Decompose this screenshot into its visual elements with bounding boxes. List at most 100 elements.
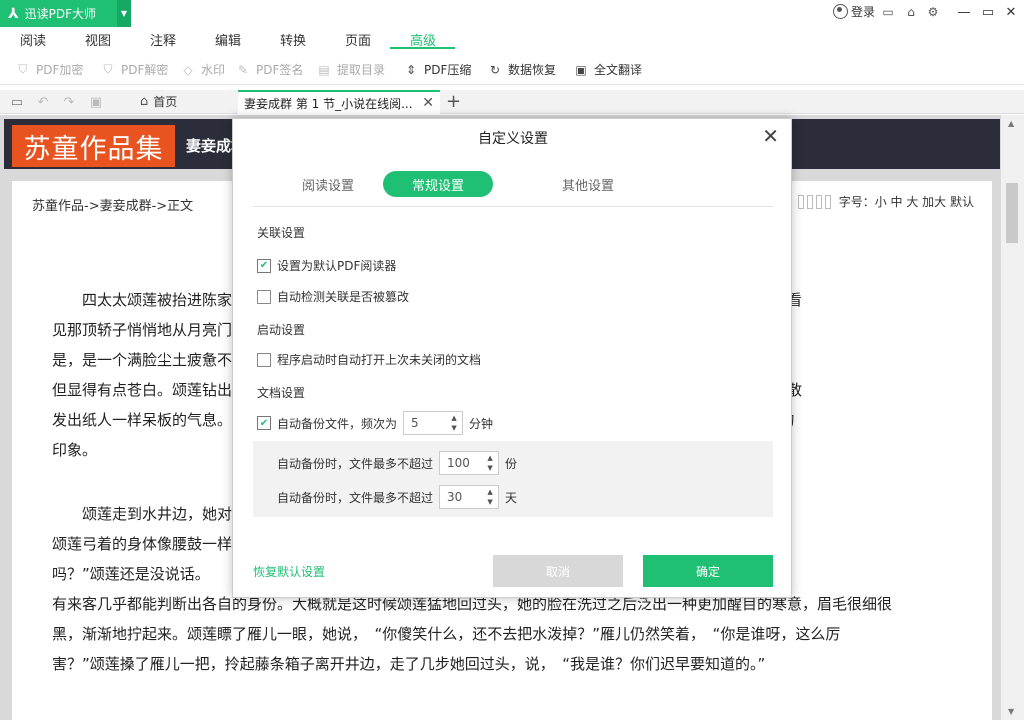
pdf-sign-button[interactable]: ✎ PDF签名	[235, 61, 303, 78]
unit-label: 份	[505, 456, 518, 471]
skin-icon[interactable]: ⌂	[903, 4, 919, 20]
message-icon[interactable]: ▭	[880, 4, 896, 20]
pdf-sign-label: PDF签名	[256, 63, 304, 77]
login-button[interactable]: 登录	[833, 3, 875, 20]
tab-reading-settings[interactable]: 阅读设置	[273, 171, 383, 197]
chevron-down-icon[interactable]: ▼	[117, 0, 131, 27]
active-menu-indicator	[390, 47, 455, 49]
stepper-arrows-icon[interactable]: ▲ ▼	[446, 412, 462, 434]
checkbox-unchecked[interactable]	[257, 352, 271, 367]
max-days-stepper[interactable]: 30 ▲ ▼	[439, 485, 500, 509]
maximize-button[interactable]: ▭	[978, 3, 998, 21]
option-label: 自动备份时，文件最多不超过	[277, 456, 434, 471]
user-icon	[833, 4, 848, 19]
option-reopen[interactable]: 程序启动时自动打开上次未关闭的文档	[257, 351, 481, 368]
full-translate-label: 全文翻译	[594, 63, 643, 77]
unit-label: 分钟	[469, 416, 494, 431]
option-label: 自动备份时，文件最多不超过	[277, 490, 434, 505]
dialog-title: 自定义设置	[478, 131, 548, 147]
gear-icon[interactable]: ⚙	[925, 4, 941, 20]
pen-icon: ✎	[237, 62, 249, 77]
data-recovery-label: 数据恢复	[508, 63, 557, 77]
confirm-button[interactable]: 确定	[643, 555, 773, 587]
save-icon[interactable]: ▣	[88, 94, 104, 110]
option-auto-detect[interactable]: 自动检测关联是否被篡改	[257, 288, 409, 305]
text-line: 黑，渐渐地拧起来。颂莲瞟了雁儿一眼，她说， “你傻笑什么，还不去把水泼掉？”雁儿…	[52, 625, 841, 643]
ribbon-toolbar: ⛉ PDF加密 ⛉ PDF解密 ◇ 水印 ✎ PDF签名 ▤ 提取目录 ⇕ PD…	[0, 55, 1024, 85]
shield-unlock-icon: ⛉	[103, 62, 113, 76]
cancel-button[interactable]: 取消	[493, 555, 623, 587]
menu-view[interactable]: 视图	[85, 30, 111, 49]
app-logo-icon: ⅄	[8, 5, 19, 22]
option-label: 自动检测关联是否被篡改	[277, 290, 410, 304]
restore-defaults-link[interactable]: 恢复默认设置	[253, 563, 325, 580]
data-recovery-button[interactable]: ↻ 数据恢复	[487, 61, 556, 78]
shield-icon: ⛉	[18, 62, 28, 76]
section-document: 文档设置	[257, 386, 306, 400]
tab-general-settings[interactable]: 常规设置	[383, 171, 493, 197]
menu-page[interactable]: 页面	[345, 30, 371, 49]
drop-icon: ◇	[183, 62, 193, 77]
stepper-arrows-icon[interactable]: ▲ ▼	[482, 486, 498, 508]
redo-icon[interactable]: ↷	[61, 94, 77, 110]
option-max-days: 自动备份时，文件最多不超过 30 ▲ ▼ 天	[277, 485, 517, 509]
checkbox-unchecked[interactable]	[257, 289, 271, 304]
stepper-arrows-icon[interactable]: ▲ ▼	[482, 452, 498, 474]
full-translate-button[interactable]: ▣ 全文翻译	[573, 61, 642, 78]
add-tab-button[interactable]: +	[446, 91, 461, 112]
scroll-up-icon[interactable]: ▲	[1008, 119, 1014, 128]
checkbox-checked[interactable]: ✔	[257, 258, 271, 273]
minimize-button[interactable]: —	[954, 3, 974, 21]
text-line: 害？”颂莲搡了雁儿一把，拎起藤条箱子离开井边，走了几步她回过头，说， “我是谁？…	[52, 655, 766, 673]
menu-read[interactable]: 阅读	[20, 30, 46, 49]
title-bar: ⅄ 迅读PDF大师 ▼ 登录 ▭ ⌂ ⚙ — ▭ ✕	[0, 0, 1024, 27]
pdf-decrypt-label: PDF解密	[121, 63, 169, 77]
close-tab-icon[interactable]: ✕	[422, 95, 434, 111]
window-close-button[interactable]: ✕	[1001, 3, 1021, 21]
max-count-stepper[interactable]: 100 ▲ ▼	[439, 451, 500, 475]
document-tab[interactable]: 妻妾成群 第 1 节_小说在线阅... ✕	[238, 90, 440, 114]
extract-toc-button[interactable]: ▤ 提取目录	[316, 61, 385, 78]
scroll-thumb[interactable]	[1006, 183, 1018, 243]
option-max-count: 自动备份时，文件最多不超过 100 ▲ ▼ 份	[277, 451, 517, 475]
stepper-value: 30	[447, 490, 463, 504]
extract-toc-label: 提取目录	[337, 63, 386, 77]
unit-label: 天	[505, 490, 518, 505]
pdf-encrypt-button[interactable]: ⛉ PDF加密	[15, 61, 83, 78]
watermark-button[interactable]: ◇ 水印	[180, 61, 225, 78]
pdf-encrypt-label: PDF加密	[36, 63, 84, 77]
font-size-controls: 字号：小 中 大 加大 默认	[795, 193, 974, 210]
pdf-decrypt-button[interactable]: ⛉ PDF解密	[100, 61, 168, 78]
folder-open-icon[interactable]: ▭	[9, 94, 25, 110]
login-label: 登录	[851, 5, 876, 19]
close-icon[interactable]: ✕	[762, 124, 779, 148]
home-tab-label: 首页	[153, 95, 178, 109]
stepper-value: 5	[411, 416, 419, 430]
checkbox-checked[interactable]: ✔	[257, 416, 271, 430]
pdf-compress-label: PDF压缩	[424, 63, 472, 77]
vertical-scrollbar[interactable]: ▲ ▼	[1001, 115, 1024, 720]
tab-other-settings[interactable]: 其他设置	[533, 171, 643, 197]
font-size-label[interactable]: 字号：小 中 大 加大 默认	[839, 193, 974, 210]
menu-edit[interactable]: 编辑	[215, 30, 241, 49]
menu-annotate[interactable]: 注释	[150, 30, 176, 49]
option-auto-backup[interactable]: ✔ 自动备份文件，频次为 5 ▲ ▼ 分钟	[257, 411, 493, 435]
scroll-down-icon[interactable]: ▼	[1008, 707, 1014, 716]
undo-icon[interactable]: ↶	[35, 94, 51, 110]
pdf-compress-button[interactable]: ⇕ PDF压缩	[403, 61, 471, 78]
settings-dialog: 自定义设置 ✕ 阅读设置 常规设置 其他设置 关联设置 ✔ 设置为默认PDF阅读…	[232, 118, 792, 598]
watermark-label: 水印	[201, 63, 226, 77]
menu-bar: 阅读 视图 注释 编辑 转换 页面 高级	[0, 27, 1024, 51]
app-menu[interactable]: ⅄ 迅读PDF大师 ▼	[0, 0, 131, 27]
option-default-reader[interactable]: ✔ 设置为默认PDF阅读器	[257, 257, 396, 274]
home-tab[interactable]: ⌂ 首页	[140, 93, 177, 110]
section-startup: 启动设置	[257, 323, 306, 337]
translate-icon: ▣	[575, 62, 587, 77]
document-tab-bar: ▭ ↶ ↷ ▣ ⌂ 首页 妻妾成群 第 1 节_小说在线阅... ✕ +	[0, 90, 1024, 114]
stepper-value: 100	[447, 456, 470, 470]
option-label: 程序启动时自动打开上次未关闭的文档	[277, 353, 482, 367]
document-tab-label: 妻妾成群 第 1 节_小说在线阅...	[244, 96, 413, 111]
compress-icon: ⇕	[405, 62, 417, 77]
menu-convert[interactable]: 转换	[280, 30, 306, 49]
backup-frequency-stepper[interactable]: 5 ▲ ▼	[403, 411, 464, 435]
